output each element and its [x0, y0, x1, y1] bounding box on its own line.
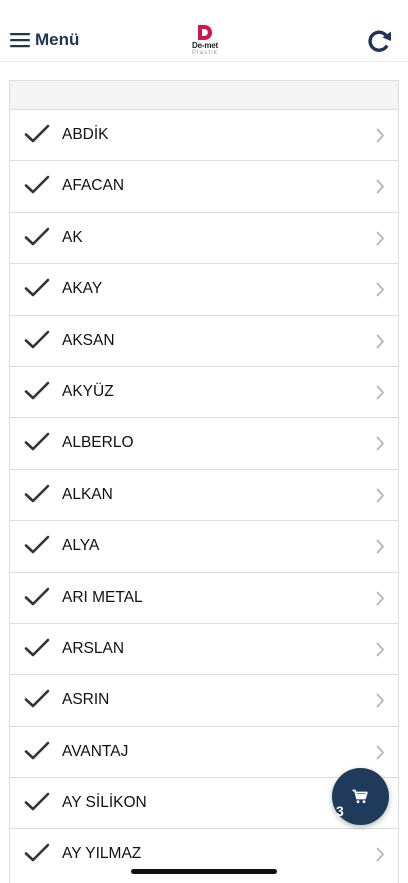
brand-row[interactable]: AVANTAJ: [10, 725, 398, 777]
checkmark-icon: [24, 535, 50, 554]
refresh-button[interactable]: [365, 27, 393, 55]
brand-name: AKSAN: [62, 331, 115, 349]
checkmark-icon: [24, 278, 50, 297]
checkmark-icon: [24, 227, 50, 246]
checkmark-icon: [24, 587, 50, 605]
menu-button[interactable]: Menü: [10, 28, 79, 52]
brand-name: ARSLAN: [62, 639, 125, 657]
brand-row[interactable]: ALBERLO: [10, 417, 398, 468]
chevron-right-icon: [376, 488, 384, 503]
brand-name: ASRIN: [62, 691, 110, 709]
brand-row[interactable]: ABDİK: [10, 109, 398, 160]
brand-list: ABDİK AFACAN AK AKAY AKSAN AKYÜZ ALBERLO ALKAN A…: [9, 80, 399, 883]
chevron-right-icon: [376, 642, 384, 657]
chevron-right-icon: [376, 693, 384, 708]
chevron-right-icon: [376, 848, 384, 862]
brand-row[interactable]: AKYÜZ: [10, 365, 398, 417]
chevron-right-icon: [376, 385, 384, 400]
brand-name: AVANTAJ: [62, 742, 129, 760]
checkmark-icon: [24, 741, 50, 759]
brand-row[interactable]: ARSLAN: [10, 622, 398, 674]
brand-name: AKYÜZ: [62, 382, 114, 400]
logo-name: De-met: [192, 41, 218, 50]
refresh-icon: [368, 30, 391, 52]
chevron-right-icon: [376, 591, 384, 605]
home-indicator: [131, 869, 277, 874]
checkmark-icon: [24, 792, 50, 811]
brand-row[interactable]: ASRIN: [10, 674, 398, 725]
checkmark-icon: [24, 638, 50, 657]
checkmark-icon: [24, 176, 50, 194]
checkmark-icon: [24, 330, 50, 348]
chevron-right-icon: [376, 179, 384, 194]
checkmark-icon: [24, 484, 50, 503]
chevron-right-icon: [376, 128, 384, 143]
chevron-right-icon: [376, 436, 384, 451]
chevron-right-icon: [376, 334, 384, 348]
brand-row[interactable]: AFACAN: [10, 160, 398, 211]
brand-name: ARI METAL: [62, 588, 143, 606]
brand-name: AY YILMAZ: [62, 845, 142, 863]
brand-row[interactable]: ALYA: [10, 520, 398, 571]
chevron-right-icon: [376, 745, 384, 760]
brand-name: AFACAN: [62, 177, 125, 195]
brand-name: ABDİK: [62, 126, 109, 143]
logo-subtitle: Plastik: [191, 50, 219, 56]
brand-name: AK: [62, 228, 83, 246]
brand-row[interactable]: AKAY: [10, 263, 398, 314]
list-header: [10, 81, 398, 109]
checkmark-icon: [24, 689, 50, 708]
brand-name: ALYA: [62, 537, 100, 555]
cart-button[interactable]: 3: [332, 768, 389, 825]
chevron-right-icon: [376, 539, 384, 554]
brand-rows: ABDİK AFACAN AK AKAY AKSAN AKYÜZ ALBERLO ALKAN A…: [10, 109, 398, 880]
chevron-right-icon: [376, 231, 384, 246]
checkmark-icon: [24, 124, 50, 143]
cart-icon: [352, 789, 368, 804]
brand-row[interactable]: AK: [10, 211, 398, 263]
brand-logo: De-met Plastik: [187, 24, 223, 62]
checkmark-icon: [24, 844, 50, 862]
brand-name: ALKAN: [62, 485, 113, 503]
menu-label: Menü: [35, 30, 80, 49]
brand-name: ALBERLO: [62, 434, 134, 452]
brand-name: AY SİLİKON: [62, 794, 147, 812]
app-header: Menü De-met Plastik: [0, 0, 408, 62]
checkmark-icon: [24, 381, 50, 400]
brand-name: AKAY: [62, 280, 103, 298]
brand-row[interactable]: ARI METAL: [10, 571, 398, 623]
logo-d-icon: [198, 25, 212, 40]
chevron-right-icon: [376, 282, 384, 297]
hamburger-icon: [10, 33, 30, 48]
cart-count-badge: 3: [336, 803, 344, 819]
brand-row[interactable]: AKSAN: [10, 314, 398, 366]
checkmark-icon: [24, 433, 50, 451]
brand-row[interactable]: ALKAN: [10, 468, 398, 520]
